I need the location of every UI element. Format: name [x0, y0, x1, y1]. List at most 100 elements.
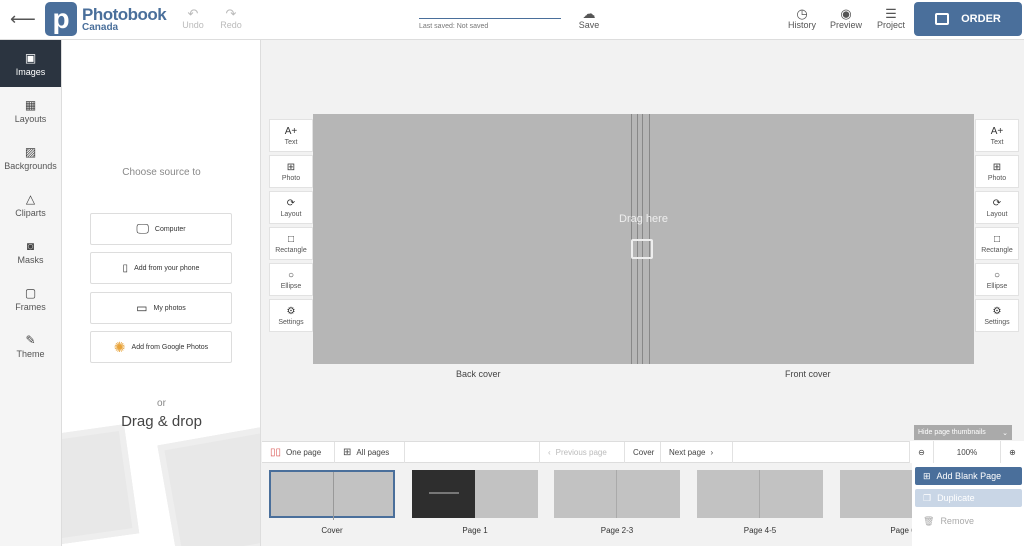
- previous-page-button[interactable]: ‹ Previous page: [539, 442, 625, 463]
- order-label: ORDER: [961, 13, 1001, 25]
- thumbnail-page: [697, 470, 760, 518]
- ellipse-icon: ○: [287, 269, 295, 281]
- layout-tool[interactable]: ⟳ Layout: [975, 191, 1019, 224]
- frames-icon: ▢: [24, 285, 37, 300]
- redo-button[interactable]: ↷ Redo: [218, 6, 244, 30]
- rectangle-icon: □: [287, 233, 295, 245]
- sidebar-item-cliparts[interactable]: △ Cliparts: [0, 181, 61, 228]
- sidebar-item-label: Images: [15, 66, 46, 77]
- history-button[interactable]: ◷ History: [786, 6, 818, 30]
- remove-button[interactable]: 🗑 Remove: [915, 512, 1022, 530]
- sidebar-item-label: Cliparts: [15, 207, 46, 218]
- source-computer-button[interactable]: 🖵 Computer: [90, 213, 232, 245]
- settings-tool[interactable]: ⚙ Settings: [269, 299, 313, 332]
- thumbnail-strip: Cover Page 1 Page 2-3 Page 4-5 Page 6: [262, 463, 1024, 546]
- rectangle-tool[interactable]: □ Rectangle: [975, 227, 1019, 260]
- add-photo-tool[interactable]: ⊞ Photo: [269, 155, 313, 188]
- phone-icon: ▯: [122, 262, 129, 274]
- sidebar-item-layouts[interactable]: ▦ Layouts: [0, 87, 61, 134]
- save-button[interactable]: ☁ Save: [576, 6, 602, 30]
- zoom-out-icon[interactable]: ⊖: [909, 441, 934, 463]
- tool-label: Ellipse: [280, 282, 302, 290]
- thumbnail-page-1[interactable]: [412, 470, 538, 518]
- thumbnail-page: [271, 472, 334, 520]
- photo-add-icon: ⊞: [286, 161, 296, 173]
- duplicate-label: Duplicate: [937, 493, 975, 503]
- back-arrow-icon[interactable]: ⟵: [10, 9, 36, 30]
- sidebar-item-label: Masks: [17, 254, 44, 265]
- next-page-label: Next page: [669, 448, 706, 457]
- trash-icon: 🗑: [923, 515, 935, 526]
- backgrounds-icon: ▨: [24, 144, 37, 159]
- rectangle-tool[interactable]: □ Rectangle: [269, 227, 313, 260]
- thumbnail-page-2-3[interactable]: [554, 470, 680, 518]
- undo-button[interactable]: ↶ Undo: [180, 6, 206, 30]
- decorative-photo-frame: [157, 426, 260, 546]
- add-text-tool[interactable]: A+ Text: [975, 119, 1019, 152]
- photo-add-icon: ⊞: [992, 161, 1002, 173]
- ellipse-tool[interactable]: ○ Ellipse: [269, 263, 313, 296]
- thumbnail-cover[interactable]: [269, 470, 395, 520]
- folder-icon: ▭: [136, 301, 148, 315]
- sidebar-item-label: Frames: [15, 301, 46, 312]
- hide-thumbnails-button[interactable]: Hide page thumbnails ⌄: [914, 425, 1012, 440]
- settings-tool[interactable]: ⚙ Settings: [975, 299, 1019, 332]
- history-label: History: [787, 20, 816, 30]
- tool-label: Ellipse: [986, 282, 1008, 290]
- last-saved-status: Last saved: Not saved: [419, 23, 489, 30]
- order-button[interactable]: ORDER: [914, 2, 1022, 36]
- sidebar-item-images[interactable]: ▣ Images: [0, 40, 61, 87]
- text-add-icon: A+: [284, 125, 298, 137]
- photobook-logo[interactable]: p Photobook Canada: [45, 2, 167, 36]
- text-add-icon: A+: [990, 125, 1004, 137]
- zoom-value: 100%: [956, 447, 978, 457]
- thumbnail-page: [554, 470, 617, 518]
- zoom-in-icon[interactable]: ⊕: [1000, 441, 1024, 463]
- add-text-tool[interactable]: A+ Text: [269, 119, 313, 152]
- source-my-photos-button[interactable]: ▭ My photos: [90, 292, 232, 324]
- save-label: Save: [578, 20, 600, 30]
- sidebar-item-masks[interactable]: ◙ Masks: [0, 228, 61, 275]
- left-sidebar: ▣ Images ▦ Layouts ▨ Backgrounds △ Clipa…: [0, 40, 62, 546]
- layout-refresh-icon: ⟳: [992, 197, 1002, 209]
- tool-label: Text: [284, 138, 298, 146]
- thumbnail-title-line: [429, 492, 459, 494]
- google-photos-icon: ✺: [113, 338, 126, 355]
- settings-gear-icon: ⚙: [286, 305, 296, 317]
- front-cover-label: Front cover: [785, 369, 831, 379]
- layout-tool[interactable]: ⟳ Layout: [269, 191, 313, 224]
- source-phone-button[interactable]: ▯ Add from your phone: [90, 252, 232, 284]
- drag-drop-label: Drag & drop: [121, 413, 202, 430]
- zoom-controls: ⊖ 100% ⊕: [909, 441, 1024, 463]
- thumbnail-label: Page 2-3: [600, 526, 634, 535]
- preview-button[interactable]: ◉ Preview: [829, 6, 863, 30]
- cliparts-icon: △: [25, 191, 36, 206]
- ellipse-tool[interactable]: ○ Ellipse: [975, 263, 1019, 296]
- source-google-photos-button[interactable]: ✺ Add from Google Photos: [90, 331, 232, 363]
- thumbnail-label: Page 1: [462, 526, 488, 535]
- shopping-bag-icon: [935, 13, 950, 25]
- next-page-button[interactable]: Next page ›: [661, 442, 733, 463]
- project-title-input[interactable]: [419, 18, 561, 19]
- sidebar-item-theme[interactable]: ✎ Theme: [0, 322, 61, 369]
- logo-subtitle: Canada: [82, 21, 119, 33]
- images-panel: Choose source to 🖵 Computer ▯ Add from y…: [62, 40, 261, 546]
- all-pages-toggle[interactable]: ⊞ All pages: [335, 442, 405, 463]
- cloud-upload-icon: ☁: [582, 6, 596, 21]
- add-blank-page-button[interactable]: ⊞ Add Blank Page: [915, 467, 1022, 485]
- sidebar-item-frames[interactable]: ▢ Frames: [0, 275, 61, 322]
- thumbnail-page-4-5[interactable]: [697, 470, 823, 518]
- add-photo-tool[interactable]: ⊞ Photo: [975, 155, 1019, 188]
- hide-thumbnails-label: Hide page thumbnails: [918, 429, 986, 436]
- project-button[interactable]: ☰ Project: [875, 6, 907, 30]
- sidebar-item-backgrounds[interactable]: ▨ Backgrounds: [0, 134, 61, 181]
- cover-spread-canvas[interactable]: Drag here: [313, 114, 974, 364]
- back-cover-label: Back cover: [456, 369, 501, 379]
- layouts-icon: ▦: [24, 97, 37, 112]
- duplicate-button[interactable]: ❐ Duplicate: [915, 489, 1022, 507]
- current-page-label: Cover: [625, 442, 661, 463]
- masks-icon: ◙: [26, 238, 35, 253]
- project-label: Project: [876, 20, 905, 30]
- sidebar-item-label: Backgrounds: [4, 160, 57, 171]
- one-page-toggle[interactable]: ▯▯ One page: [262, 442, 335, 463]
